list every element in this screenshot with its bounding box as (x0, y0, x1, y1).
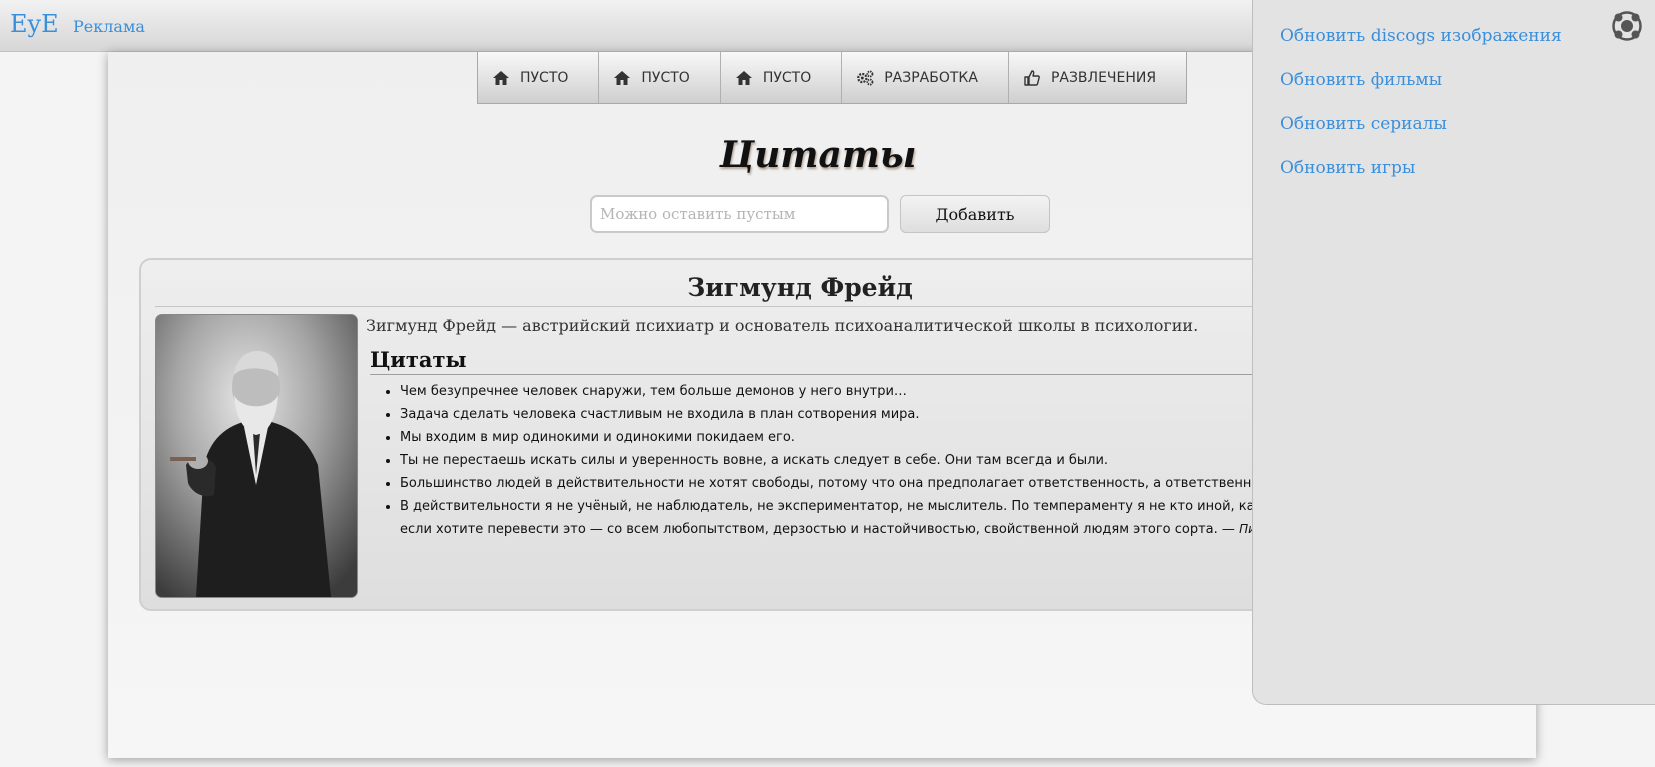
home-icon (613, 69, 631, 87)
gears-icon (856, 69, 874, 87)
nav-item-label: РАЗРАБОТКА (884, 69, 978, 86)
nav-item-development[interactable]: РАЗРАБОТКА (842, 52, 1009, 103)
brand-logo-link[interactable]: EyE (10, 10, 59, 38)
update-games-link[interactable]: Обновить игры (1280, 158, 1415, 178)
thumbs-up-icon (1023, 69, 1041, 87)
nav-item-label: ПУСТО (641, 69, 690, 86)
update-discogs-images-link[interactable]: Обновить discogs изображения (1280, 26, 1562, 46)
main-nav: ПУСТО ПУСТО ПУСТО РАЗРАБОТКА РАЗВЛЕЧЕНИЯ (477, 52, 1188, 104)
home-icon (492, 69, 510, 87)
nav-item-label: ПУСТО (520, 69, 569, 86)
nav-item-empty-3[interactable]: ПУСТО (721, 52, 843, 103)
quote-text-continued: если хотите перевести это — со всем любо… (400, 522, 1235, 537)
quote-text: В действительности я не учёный, не наблю… (400, 499, 1315, 514)
author-portrait (155, 314, 358, 598)
close-icon[interactable] (1611, 10, 1643, 42)
nav-item-entertainment[interactable]: РАЗВЛЕЧЕНИЯ (1009, 52, 1186, 103)
update-movies-link[interactable]: Обновить фильмы (1280, 70, 1442, 90)
nav-item-empty-1[interactable]: ПУСТО (478, 52, 600, 103)
quote-input[interactable] (590, 195, 889, 233)
home-icon (735, 69, 753, 87)
ads-link[interactable]: Реклама (73, 17, 145, 36)
nav-item-label: ПУСТО (762, 69, 812, 86)
update-series-link[interactable]: Обновить сериалы (1280, 114, 1447, 134)
nav-item-label: РАЗВЛЕЧЕНИЯ (1050, 69, 1157, 86)
side-panel: Обновить discogs изображения Обновить фи… (1252, 0, 1655, 705)
add-button[interactable]: Добавить (900, 195, 1050, 233)
nav-item-empty-2[interactable]: ПУСТО (599, 52, 721, 103)
